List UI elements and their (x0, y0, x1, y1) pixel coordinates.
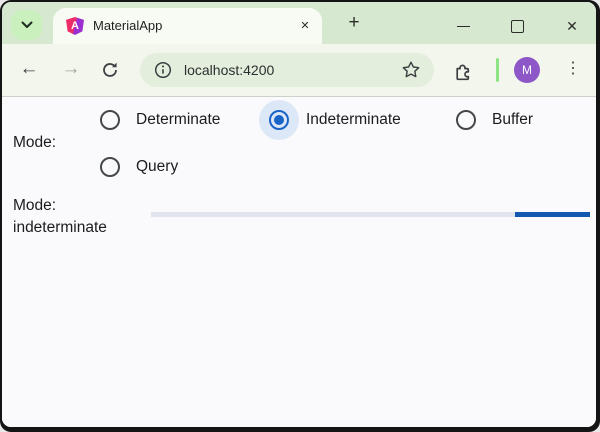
window-maximize-button[interactable] (503, 12, 531, 40)
radio-buffer-label[interactable]: Buffer (492, 110, 533, 130)
tab-close-icon[interactable]: ✕ (296, 17, 314, 35)
forward-button[interactable]: → (56, 44, 86, 96)
mode-readout-line1: Mode: (13, 195, 107, 217)
profile-avatar[interactable]: M (514, 57, 540, 83)
chevron-down-icon (21, 16, 33, 34)
mode-readout: Mode: indeterminate (13, 195, 107, 239)
browser-window: A MaterialApp ✕ + ✕ ← → (0, 0, 600, 432)
radio-indeterminate[interactable] (269, 110, 289, 130)
window-close-button[interactable]: ✕ (558, 12, 586, 40)
puzzle-icon (452, 60, 473, 81)
radio-query-label[interactable]: Query (136, 157, 178, 177)
page-content: Mode: Determinate Indeterminate Buffer Q… (2, 97, 596, 427)
back-button[interactable]: ← (14, 44, 44, 96)
maximize-icon (511, 20, 524, 33)
new-tab-button[interactable]: + (342, 11, 366, 35)
angular-material-favicon-icon: A (66, 17, 84, 35)
address-bar[interactable]: localhost:4200 (140, 53, 434, 87)
tab-strip: A MaterialApp ✕ + ✕ (2, 2, 596, 44)
mode-readout-line2: indeterminate (13, 217, 107, 239)
url-text[interactable]: localhost:4200 (184, 53, 274, 87)
minimize-icon (457, 26, 470, 27)
tab-title: MaterialApp (93, 8, 162, 44)
browser-toolbar: ← → localhost:4200 (2, 44, 596, 97)
reload-button[interactable] (100, 60, 120, 80)
progress-bar-fill (515, 212, 590, 217)
radio-indeterminate-label[interactable]: Indeterminate (306, 110, 401, 130)
browser-menu-button[interactable]: ⋮ (560, 44, 586, 96)
browser-frame: A MaterialApp ✕ + ✕ ← → (2, 2, 596, 427)
radio-query[interactable] (100, 157, 120, 177)
extensions-button[interactable] (452, 60, 473, 81)
browser-tab[interactable]: A MaterialApp ✕ (53, 8, 322, 44)
bookmark-star-icon[interactable] (401, 60, 421, 80)
progress-bar (151, 212, 590, 217)
radio-determinate-label[interactable]: Determinate (136, 110, 220, 130)
mode-group-label: Mode: (13, 134, 56, 152)
radio-selected-dot-icon (274, 115, 284, 125)
profile-accent-line (496, 58, 499, 82)
radio-determinate[interactable] (100, 110, 120, 130)
radio-buffer[interactable] (456, 110, 476, 130)
window-minimize-button[interactable] (449, 12, 477, 40)
site-info-icon[interactable] (153, 60, 173, 80)
tab-search-button[interactable] (11, 10, 42, 40)
reload-icon (100, 60, 120, 80)
